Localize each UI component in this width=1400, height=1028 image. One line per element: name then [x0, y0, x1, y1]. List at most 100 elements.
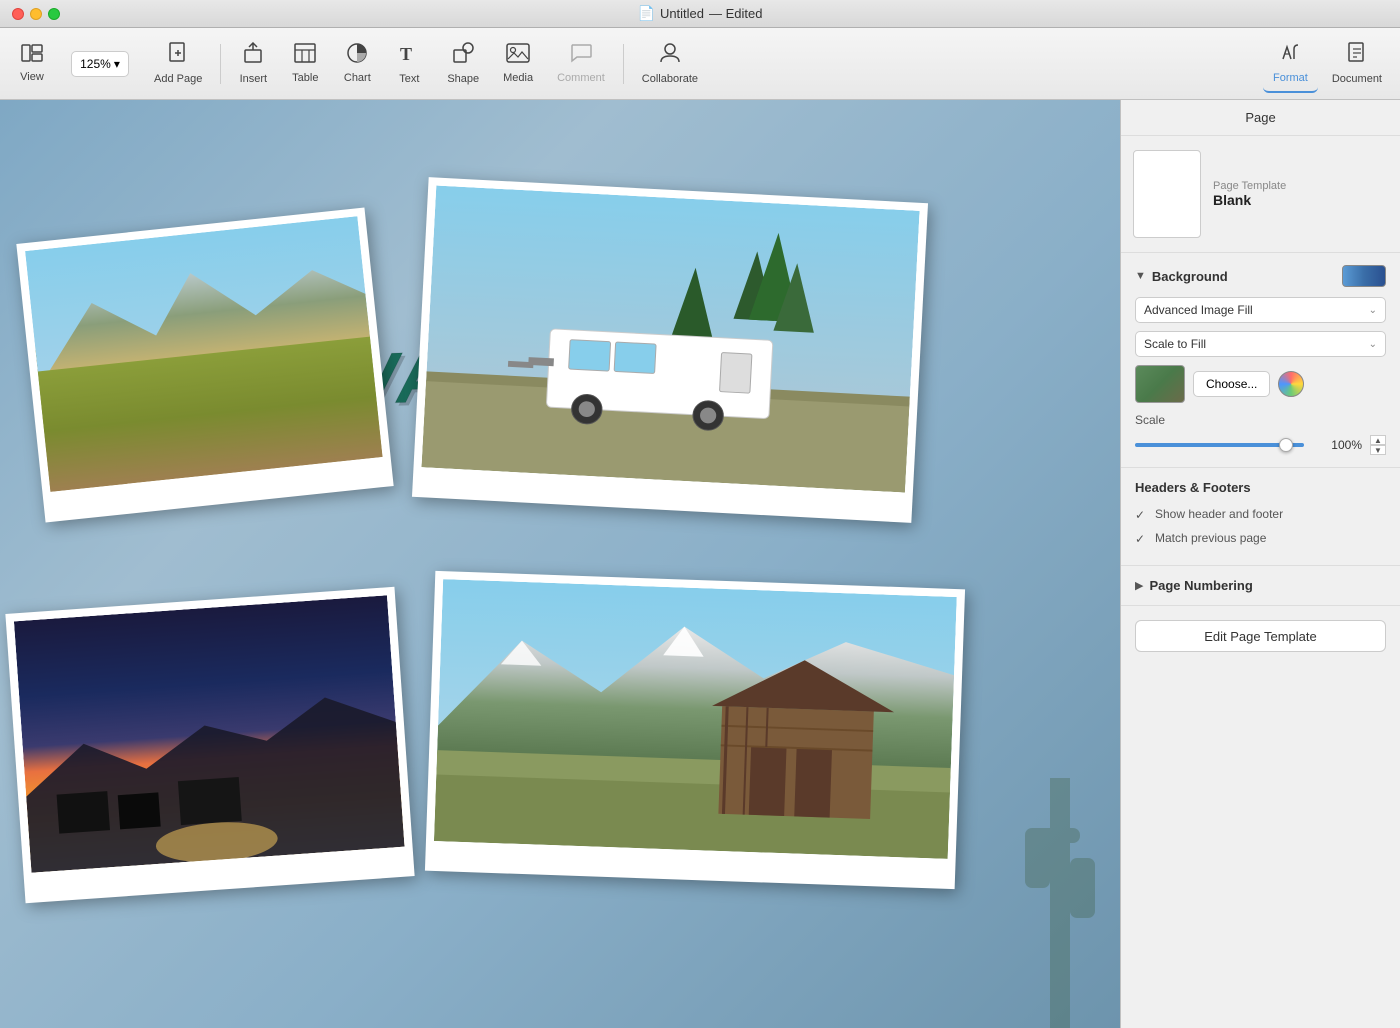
chart-label: Chart [344, 72, 371, 84]
cactus-decoration [1020, 728, 1100, 1028]
scale-control-row: 100% ▲ ▼ [1135, 435, 1386, 455]
background-section: ▼ Background Advanced Image Fill ⌄ Scale… [1121, 253, 1400, 468]
template-thumbnail[interactable] [1133, 150, 1201, 238]
fill-type-dropdown[interactable]: Advanced Image Fill ⌄ [1135, 297, 1386, 323]
view-button[interactable]: View [8, 35, 56, 93]
scale-slider[interactable] [1135, 443, 1304, 447]
maximize-button[interactable] [48, 8, 60, 20]
media-label: Media [503, 72, 533, 84]
format-button[interactable]: Format [1263, 35, 1318, 93]
photo-sunset[interactable] [5, 587, 414, 903]
match-prev-check-icon: ✓ [1135, 532, 1147, 544]
choose-label: Choose... [1206, 377, 1257, 391]
zoom-arrow-icon: ▾ [114, 57, 120, 71]
titlebar: 📄 Untitled — Edited [0, 0, 1400, 28]
show-hf-label[interactable]: Show header and footer [1155, 507, 1283, 521]
text-icon: T [398, 42, 420, 70]
choose-image-button[interactable]: Choose... [1193, 371, 1270, 397]
template-info: Page Template Blank [1213, 180, 1286, 208]
scale-up-button[interactable]: ▲ [1370, 435, 1386, 445]
show-hf-check-icon: ✓ [1135, 508, 1147, 520]
photo-barn-inner [434, 579, 957, 859]
edited-label: — Edited [709, 6, 762, 21]
canvas-area[interactable]: 2021 VACATIONS [0, 100, 1120, 1028]
add-page-label: Add Page [154, 73, 202, 85]
right-panel: Page Page Template Blank ▼ Background [1120, 100, 1400, 1028]
headers-footers-section: Headers & Footers ✓ Show header and foot… [1121, 468, 1400, 566]
edit-template-label: Edit Page Template [1204, 629, 1317, 644]
table-label: Table [292, 72, 318, 84]
collaborate-label: Collaborate [642, 73, 698, 85]
add-page-button[interactable]: Add Page [144, 35, 212, 93]
format-icon [1279, 41, 1301, 69]
format-label: Format [1273, 72, 1308, 84]
svg-text:T: T [400, 44, 412, 64]
match-previous-row: ✓ Match previous page [1135, 529, 1386, 547]
chart-button[interactable]: Chart [333, 35, 381, 93]
photo-mountains[interactable] [16, 207, 393, 522]
template-label: Page Template [1213, 180, 1286, 192]
window-title: 📄 Untitled — Edited [638, 5, 763, 22]
scale-text: Scale [1135, 413, 1165, 427]
document-icon [1346, 42, 1368, 70]
background-toggle-icon[interactable]: ▼ [1135, 270, 1146, 282]
color-picker-button[interactable] [1278, 371, 1304, 397]
fill-type-row: Advanced Image Fill ⌄ [1135, 297, 1386, 323]
document-button[interactable]: Document [1322, 35, 1392, 93]
document-label: Document [1332, 73, 1382, 85]
comment-button[interactable]: Comment [547, 35, 615, 93]
title-name: Untitled [660, 6, 704, 21]
close-button[interactable] [12, 8, 24, 20]
background-header: ▼ Background [1135, 265, 1386, 287]
insert-label: Insert [240, 73, 268, 85]
divider-1 [220, 44, 221, 84]
comment-icon [570, 43, 592, 69]
scale-value: 100% [1312, 438, 1362, 452]
zoom-control[interactable]: 125% ▾ [60, 35, 140, 93]
hf-header: Headers & Footers [1135, 480, 1386, 495]
shape-button[interactable]: Shape [437, 35, 489, 93]
view-icon [21, 44, 43, 68]
scale-mode-arrow-icon: ⌄ [1369, 339, 1377, 350]
scale-mode-row: Scale to Fill ⌄ [1135, 331, 1386, 357]
background-color-swatch[interactable] [1342, 265, 1386, 287]
panel-header: Page [1121, 100, 1400, 136]
shape-label: Shape [447, 73, 479, 85]
photo-barn[interactable] [425, 571, 965, 889]
photo-sunset-inner [14, 595, 405, 872]
view-label: View [20, 71, 44, 83]
show-header-footer-row: ✓ Show header and footer [1135, 505, 1386, 523]
pn-title: Page Numbering [1149, 578, 1252, 593]
scale-mode-dropdown[interactable]: Scale to Fill ⌄ [1135, 331, 1386, 357]
scale-down-button[interactable]: ▼ [1370, 445, 1386, 455]
edit-template-button[interactable]: Edit Page Template [1135, 620, 1386, 652]
panel-title: Page [1245, 110, 1275, 125]
collaborate-button[interactable]: Collaborate [632, 35, 708, 93]
text-label: Text [399, 73, 419, 85]
minimize-button[interactable] [30, 8, 42, 20]
toolbar: View 125% ▾ Add Page Insert [0, 28, 1400, 100]
pn-expand-icon: ▶ [1135, 579, 1143, 592]
scale-thumb [1279, 438, 1293, 452]
toolbar-right: Format Document [1263, 35, 1392, 93]
traffic-lights [12, 8, 60, 20]
hf-title: Headers & Footers [1135, 480, 1251, 495]
insert-button[interactable]: Insert [229, 35, 277, 93]
insert-icon [242, 42, 264, 70]
match-prev-label[interactable]: Match previous page [1155, 531, 1266, 545]
zoom-button[interactable]: 125% ▾ [71, 51, 129, 77]
scale-mode-value: Scale to Fill [1144, 337, 1206, 351]
fill-type-arrow-icon: ⌄ [1369, 305, 1377, 316]
photo-rv[interactable] [412, 177, 928, 523]
page-numbering-header[interactable]: ▶ Page Numbering [1135, 578, 1386, 593]
media-button[interactable]: Media [493, 35, 543, 93]
shape-icon [452, 42, 474, 70]
table-icon [294, 43, 316, 69]
scale-stepper[interactable]: ▲ ▼ [1370, 435, 1386, 455]
text-button[interactable]: T Text [385, 35, 433, 93]
photo-mountains-inner [25, 216, 382, 492]
image-row: Choose... [1135, 365, 1386, 403]
zoom-value: 125% [80, 57, 111, 71]
chart-icon [346, 43, 368, 69]
table-button[interactable]: Table [281, 35, 329, 93]
